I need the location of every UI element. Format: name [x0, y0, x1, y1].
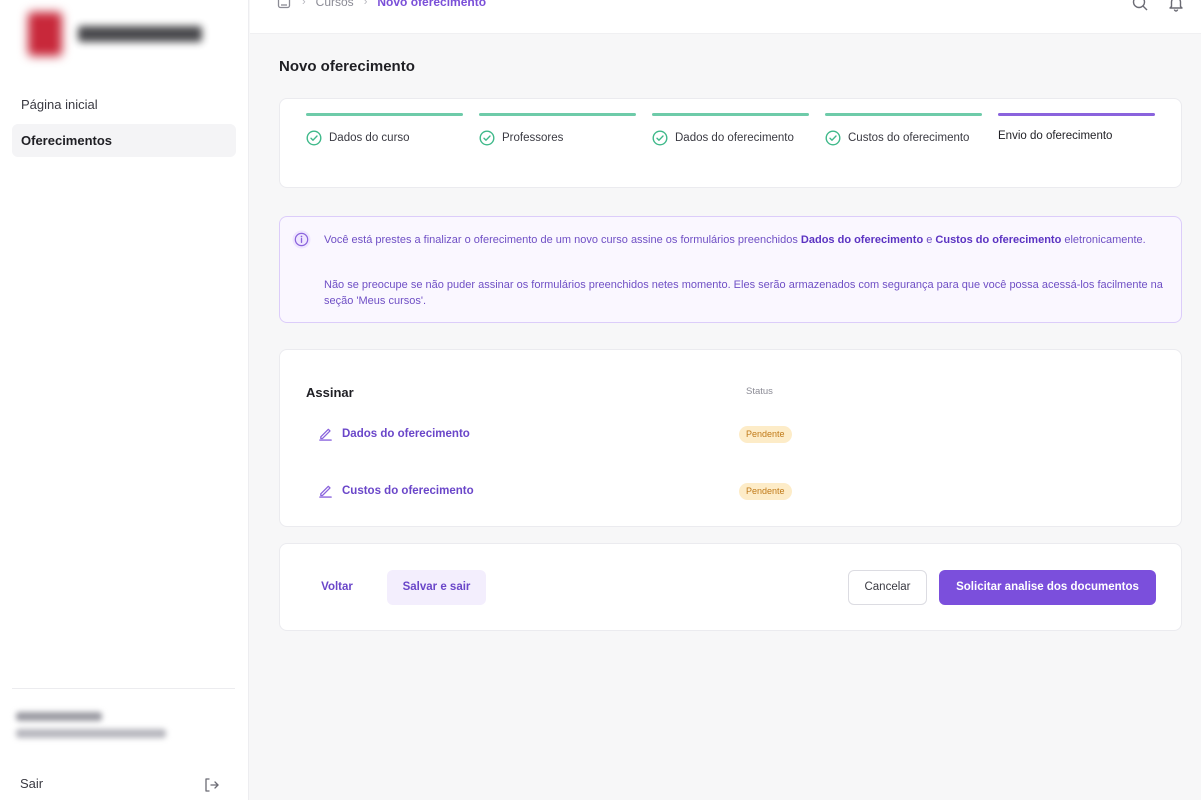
breadcrumb-novo-oferecimento: Novo oferecimento — [377, 0, 487, 9]
chevron-right-icon: › — [363, 0, 368, 8]
status-badge: Pendente — [739, 483, 792, 500]
sidebar-item-pagina-inicial[interactable]: Página inicial — [12, 88, 236, 121]
logout-label: Sair — [20, 776, 44, 791]
chevron-right-icon: › — [302, 0, 306, 8]
logout-button[interactable]: Sair — [20, 776, 220, 796]
status-column-header: Status — [746, 386, 773, 397]
logo-mark — [28, 12, 62, 56]
pen-icon — [319, 485, 332, 498]
sidebar: Página inicial Oferecimentos Sair — [0, 0, 249, 800]
check-circle-icon — [652, 130, 668, 146]
step-label: Envio do oferecimento — [998, 130, 1113, 142]
step-dados-do-curso[interactable]: Dados do curso — [306, 113, 463, 146]
sign-row: Custos do oferecimento Pendente — [318, 480, 1158, 502]
status-badge: Pendente — [739, 426, 792, 443]
bell-icon[interactable] — [1167, 0, 1185, 12]
actions-bar: Voltar Salvar e sair Cancelar Solicitar … — [279, 543, 1182, 631]
page-title: Novo oferecimento — [279, 58, 415, 75]
info-alert: Você está prestes a finalizar o oferecim… — [279, 216, 1182, 323]
sidebar-divider — [12, 688, 235, 689]
cancel-button[interactable]: Cancelar — [848, 570, 927, 605]
user-info — [16, 712, 166, 738]
sign-row: Dados do oferecimento Pendente — [318, 423, 1158, 445]
sign-doc-label: Dados do oferecimento — [342, 427, 470, 440]
stepper: Dados do curso Professores Dados do ofer… — [279, 98, 1182, 188]
step-professores[interactable]: Professores — [479, 113, 636, 146]
check-circle-icon — [479, 130, 495, 146]
step-progress-bar — [479, 113, 636, 116]
step-label: Professores — [502, 132, 564, 144]
breadcrumb-cursos[interactable]: Cursos — [316, 0, 354, 9]
topbar-actions — [1131, 0, 1185, 12]
sidebar-nav: Página inicial Oferecimentos — [12, 88, 236, 160]
step-dados-do-oferecimento[interactable]: Dados do oferecimento — [652, 113, 809, 146]
info-icon — [292, 230, 311, 249]
check-circle-icon — [825, 130, 841, 146]
step-progress-bar — [998, 113, 1155, 116]
search-icon[interactable] — [1131, 0, 1149, 12]
step-label: Custos do oferecimento — [848, 132, 970, 144]
sign-doc-label: Custos do oferecimento — [342, 484, 474, 497]
step-envio-do-oferecimento[interactable]: Envio do oferecimento — [998, 113, 1155, 142]
logo-wordmark — [78, 26, 202, 42]
sign-link-custos-do-oferecimento[interactable]: Custos do oferecimento — [318, 483, 474, 498]
submit-for-analysis-button[interactable]: Solicitar analise dos documentos — [939, 570, 1156, 605]
pen-icon — [319, 428, 332, 441]
user-email — [16, 729, 166, 738]
step-custos-do-oferecimento[interactable]: Custos do oferecimento — [825, 113, 982, 146]
sidebar-item-oferecimentos[interactable]: Oferecimentos — [12, 124, 236, 157]
check-circle-icon — [306, 130, 322, 146]
user-name — [16, 712, 102, 721]
sign-link-dados-do-oferecimento[interactable]: Dados do oferecimento — [318, 426, 470, 441]
step-label: Dados do curso — [329, 132, 410, 144]
topbar: › Cursos › Novo oferecimento — [250, 0, 1201, 34]
step-progress-bar — [306, 113, 463, 116]
logout-icon — [205, 778, 219, 792]
step-label: Dados do oferecimento — [675, 132, 794, 144]
sign-header: Assinar — [306, 385, 354, 400]
breadcrumb: › Cursos › Novo oferecimento — [276, 0, 486, 10]
step-progress-bar — [825, 113, 982, 116]
brand-logo[interactable] — [22, 6, 202, 56]
home-icon[interactable] — [276, 0, 292, 10]
alert-message: Você está prestes a finalizar o oferecim… — [324, 234, 1146, 246]
alert-note: Não se preocupe se não puder assinar os … — [324, 279, 1163, 307]
sign-card: Assinar Status Dados do oferecimento Pen… — [279, 349, 1182, 527]
step-progress-bar — [652, 113, 809, 116]
back-button[interactable]: Voltar — [308, 570, 366, 605]
save-and-exit-button[interactable]: Salvar e sair — [387, 570, 486, 605]
